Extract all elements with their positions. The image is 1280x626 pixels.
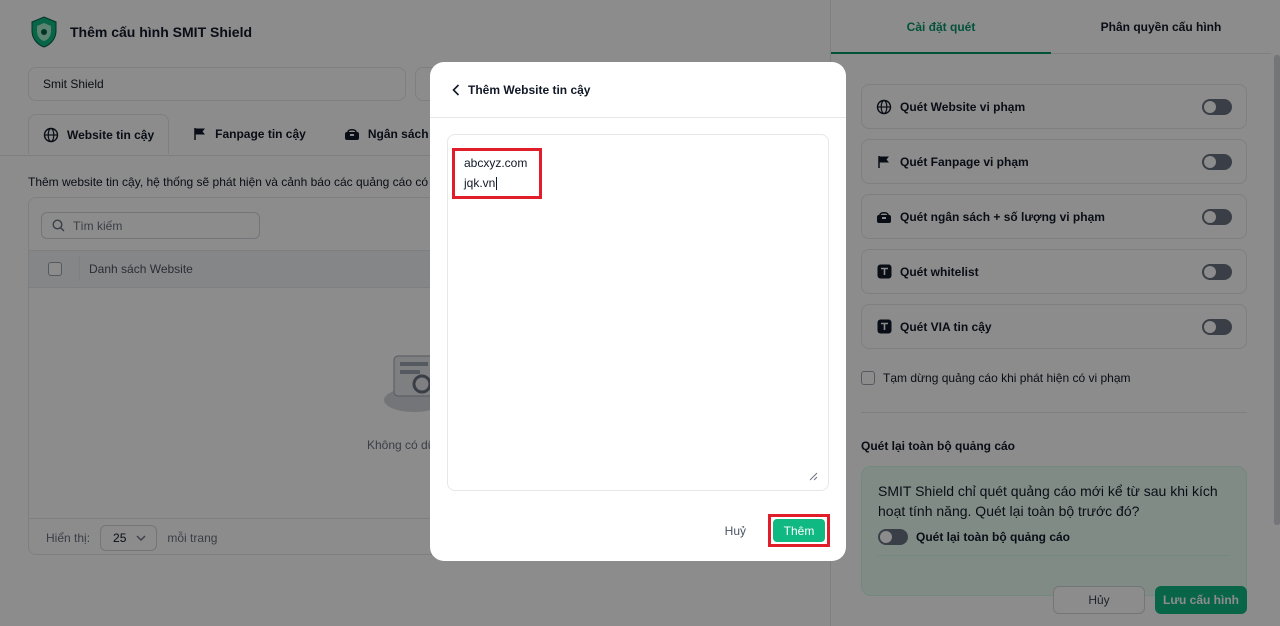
highlight-box <box>452 148 542 199</box>
highlight-box: Thêm <box>768 514 830 547</box>
resize-handle-icon[interactable] <box>809 472 818 481</box>
add-trusted-website-modal: Thêm Website tin cậy abcxyz.com jqk.vn H… <box>430 62 846 561</box>
modal-header: Thêm Website tin cậy <box>430 62 846 118</box>
chevron-left-icon[interactable] <box>452 83 460 96</box>
modal-footer: Huỷ Thêm <box>719 514 830 547</box>
add-button[interactable]: Thêm <box>773 519 825 542</box>
modal-title: Thêm Website tin cậy <box>468 82 591 97</box>
modal-cancel-button[interactable]: Huỷ <box>719 524 752 538</box>
